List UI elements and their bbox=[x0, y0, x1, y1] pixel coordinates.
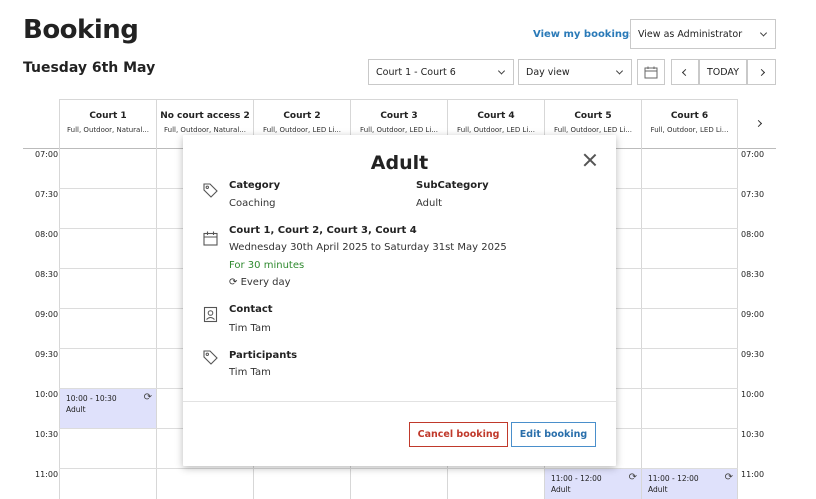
time-label: 08:30 bbox=[741, 270, 765, 279]
chevron-right-icon bbox=[754, 119, 762, 128]
view-as-value: View as Administrator bbox=[638, 28, 743, 40]
column-divider bbox=[156, 99, 157, 499]
time-label: 10:00 bbox=[741, 390, 765, 399]
duration: For 30 minutes bbox=[229, 260, 305, 271]
column-divider bbox=[641, 99, 642, 499]
time-label: 09:00 bbox=[741, 310, 765, 319]
court-description: Full, Outdoor, Natural... bbox=[67, 126, 149, 134]
court-name: Court 2 bbox=[283, 111, 321, 121]
calendar-icon bbox=[644, 66, 658, 78]
booking-event[interactable]: 11:00 - 12:00 Adult ⟳ bbox=[642, 469, 737, 499]
recurrence: ⟳ Every day bbox=[229, 277, 291, 288]
court-name: Court 4 bbox=[477, 111, 515, 121]
chevron-down-icon bbox=[497, 67, 506, 75]
event-time: 11:00 - 12:00 bbox=[648, 474, 699, 483]
cancel-booking-button[interactable]: Cancel booking bbox=[409, 422, 508, 447]
time-label: 07:30 bbox=[741, 190, 765, 199]
time-label: 09:00 bbox=[35, 310, 59, 319]
court-description: Full, Outdoor, LED Li... bbox=[360, 126, 438, 134]
event-label: Adult bbox=[648, 485, 668, 494]
court-filter-select[interactable]: Court 1 - Court 6 bbox=[368, 59, 514, 85]
court-name: Court 1 bbox=[89, 111, 127, 121]
time-label: 08:00 bbox=[741, 230, 765, 239]
time-label: 09:30 bbox=[741, 350, 765, 359]
view-mode-select[interactable]: Day view bbox=[518, 59, 632, 85]
column-divider bbox=[737, 99, 738, 499]
modal-divider bbox=[183, 401, 616, 402]
court-description: Full, Outdoor, LED Li... bbox=[263, 126, 341, 134]
subcategory-value: Adult bbox=[416, 198, 443, 209]
court-name: Court 3 bbox=[380, 111, 418, 121]
next-courts-button[interactable] bbox=[738, 99, 778, 148]
court-column-header[interactable]: Court 6 Full, Outdoor, LED Li... bbox=[641, 99, 738, 148]
chevron-down-icon bbox=[759, 29, 768, 37]
repeat-icon: ⟳ bbox=[229, 277, 241, 288]
contact-icon bbox=[203, 306, 218, 323]
time-label: 07:30 bbox=[35, 190, 59, 199]
time-label: 08:00 bbox=[35, 230, 59, 239]
date-range: Wednesday 30th April 2025 to Saturday 31… bbox=[229, 242, 507, 253]
close-icon[interactable] bbox=[582, 152, 598, 168]
time-label: 10:30 bbox=[741, 430, 765, 439]
court-filter-value: Court 1 - Court 6 bbox=[376, 66, 456, 78]
next-day-button[interactable] bbox=[747, 59, 776, 85]
court-description: Full, Outdoor, LED Li... bbox=[650, 126, 729, 134]
edit-booking-button[interactable]: Edit booking bbox=[511, 422, 596, 447]
chevron-left-icon bbox=[681, 68, 689, 76]
calendar-icon bbox=[203, 231, 218, 246]
category-label: Category bbox=[229, 180, 281, 191]
booking-event[interactable]: 10:00 - 10:30 Adult ⟳ bbox=[60, 389, 156, 428]
view-mode-value: Day view bbox=[526, 66, 570, 78]
subcategory-label: SubCategory bbox=[416, 180, 489, 191]
chevron-down-icon bbox=[615, 67, 624, 75]
page-date: Tuesday 6th May bbox=[23, 60, 156, 76]
event-time: 11:00 - 12:00 bbox=[551, 474, 602, 483]
view-as-select[interactable]: View as Administrator bbox=[630, 19, 776, 49]
today-button[interactable]: TODAY bbox=[699, 59, 747, 85]
column-divider bbox=[59, 99, 60, 499]
court-column-header[interactable]: Court 1 Full, Outdoor, Natural... bbox=[59, 99, 156, 148]
prev-day-button[interactable] bbox=[671, 59, 699, 85]
tag-icon bbox=[203, 350, 218, 365]
chevron-right-icon bbox=[757, 68, 766, 76]
modal-title: Adult bbox=[370, 152, 429, 174]
time-label: 08:30 bbox=[35, 270, 59, 279]
contact-label: Contact bbox=[229, 304, 273, 315]
time-label: 11:00 bbox=[741, 470, 765, 479]
court-description: Full, Outdoor, LED Li... bbox=[554, 126, 632, 134]
participants-value: Tim Tam bbox=[229, 367, 271, 378]
repeat-icon: ⟳ bbox=[143, 392, 152, 403]
time-label: 07:00 bbox=[35, 150, 59, 159]
recurrence-value: Every day bbox=[240, 277, 291, 288]
time-label: 07:00 bbox=[741, 150, 765, 159]
court-name: No court access 2 bbox=[160, 111, 250, 121]
time-label: 10:00 bbox=[35, 390, 59, 399]
time-label: 10:30 bbox=[35, 430, 59, 439]
time-label: 09:30 bbox=[35, 350, 59, 359]
booking-details-modal: Adult Category Coaching SubCategory Adul… bbox=[183, 135, 616, 466]
court-description: Full, Outdoor, Natural... bbox=[164, 126, 246, 134]
courts-label: Court 1, Court 2, Court 3, Court 4 bbox=[229, 225, 417, 236]
court-description: Full, Outdoor, LED Li... bbox=[457, 126, 535, 134]
contact-value: Tim Tam bbox=[229, 323, 271, 334]
court-name: Court 5 bbox=[574, 111, 612, 121]
repeat-icon: ⟳ bbox=[628, 472, 637, 483]
event-time: 10:00 - 10:30 bbox=[66, 394, 117, 403]
tag-icon bbox=[203, 183, 218, 198]
time-label: 11:00 bbox=[35, 470, 59, 479]
booking-event[interactable]: 11:00 - 12:00 Adult ⟳ bbox=[545, 469, 641, 499]
event-label: Adult bbox=[66, 405, 86, 414]
event-label: Adult bbox=[551, 485, 571, 494]
page-title: Booking bbox=[23, 15, 139, 45]
repeat-icon: ⟳ bbox=[724, 472, 733, 483]
participants-label: Participants bbox=[229, 350, 298, 361]
court-name: Court 6 bbox=[670, 111, 709, 121]
calendar-picker-button[interactable] bbox=[637, 59, 665, 85]
category-value: Coaching bbox=[229, 198, 276, 209]
